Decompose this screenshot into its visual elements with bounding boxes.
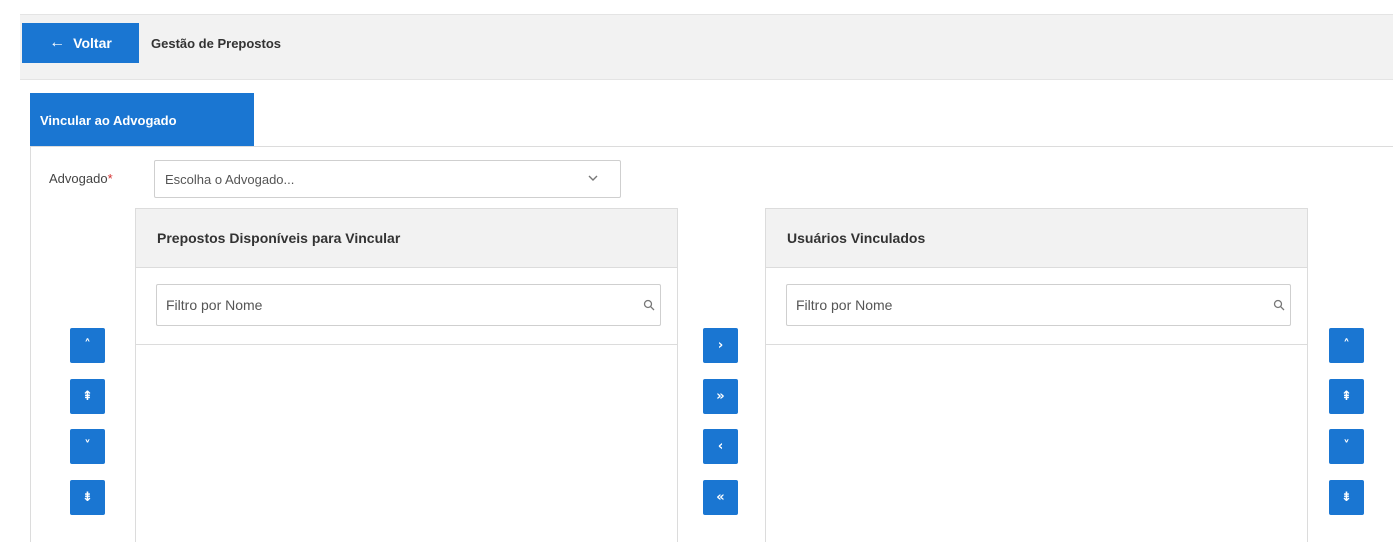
move-left-button[interactable]: ‹: [703, 429, 738, 464]
move-up-button[interactable]: ˄: [70, 328, 105, 363]
content-border: [30, 146, 31, 542]
available-list[interactable]: [136, 345, 677, 542]
move-all-right-button[interactable]: »: [703, 379, 738, 414]
linked-move-bottom-button[interactable]: ⇟: [1329, 480, 1364, 515]
chevron-left-icon: ‹: [717, 439, 724, 454]
linked-list[interactable]: [766, 345, 1307, 542]
linked-filter-input[interactable]: [786, 284, 1291, 326]
move-all-left-button[interactable]: «: [703, 480, 738, 515]
double-chevron-up-icon: ⇞: [82, 389, 93, 404]
available-panel: Prepostos Disponíveis para Vincular: [135, 208, 678, 542]
linked-move-top-button[interactable]: ⇞: [1329, 379, 1364, 414]
move-right-button[interactable]: ›: [703, 328, 738, 363]
double-chevron-up-icon: ⇞: [1341, 389, 1352, 404]
double-chevron-right-icon: »: [716, 389, 725, 404]
linked-panel-title: Usuários Vinculados: [766, 209, 1307, 268]
chevron-up-icon: ˄: [1343, 338, 1350, 353]
available-filter-input[interactable]: [156, 284, 661, 326]
tab-vincular-advogado[interactable]: Vincular ao Advogado: [30, 93, 254, 147]
double-chevron-down-icon: ⇟: [1341, 490, 1352, 505]
move-bottom-button[interactable]: ⇟: [70, 480, 105, 515]
search-icon: [643, 299, 655, 311]
linked-move-up-button[interactable]: ˄: [1329, 328, 1364, 363]
linked-move-down-button[interactable]: ˅: [1329, 429, 1364, 464]
move-down-button[interactable]: ˅: [70, 429, 105, 464]
back-button-label: Voltar: [73, 35, 112, 51]
required-mark: *: [107, 171, 113, 186]
chevron-down-icon: ˅: [1343, 439, 1350, 454]
advogado-label: Advogado*: [49, 171, 113, 186]
advogado-label-text: Advogado: [49, 171, 108, 186]
chevron-right-icon: ›: [717, 338, 724, 353]
chevron-down-icon: [588, 175, 598, 181]
advogado-select-value: Escolha o Advogado...: [165, 171, 295, 187]
arrow-left-icon: ←: [49, 34, 66, 51]
available-filter-area: [136, 268, 677, 345]
search-icon: [1273, 299, 1285, 311]
linked-panel: Usuários Vinculados: [765, 208, 1308, 542]
back-button[interactable]: ← Voltar: [22, 23, 139, 63]
chevron-up-icon: ˄: [84, 338, 91, 353]
advogado-select[interactable]: Escolha o Advogado...: [154, 160, 621, 198]
linked-filter-area: [766, 268, 1307, 345]
page-title: Gestão de Prepostos: [151, 36, 282, 51]
double-chevron-down-icon: ⇟: [82, 490, 93, 505]
tab-divider: [30, 146, 1393, 147]
chevron-down-icon: ˅: [84, 439, 91, 454]
double-chevron-left-icon: «: [716, 490, 725, 505]
move-top-button[interactable]: ⇞: [70, 379, 105, 414]
available-panel-title: Prepostos Disponíveis para Vincular: [136, 209, 677, 268]
top-bar: ← Voltar Gestão de Prepostos: [20, 14, 1393, 80]
